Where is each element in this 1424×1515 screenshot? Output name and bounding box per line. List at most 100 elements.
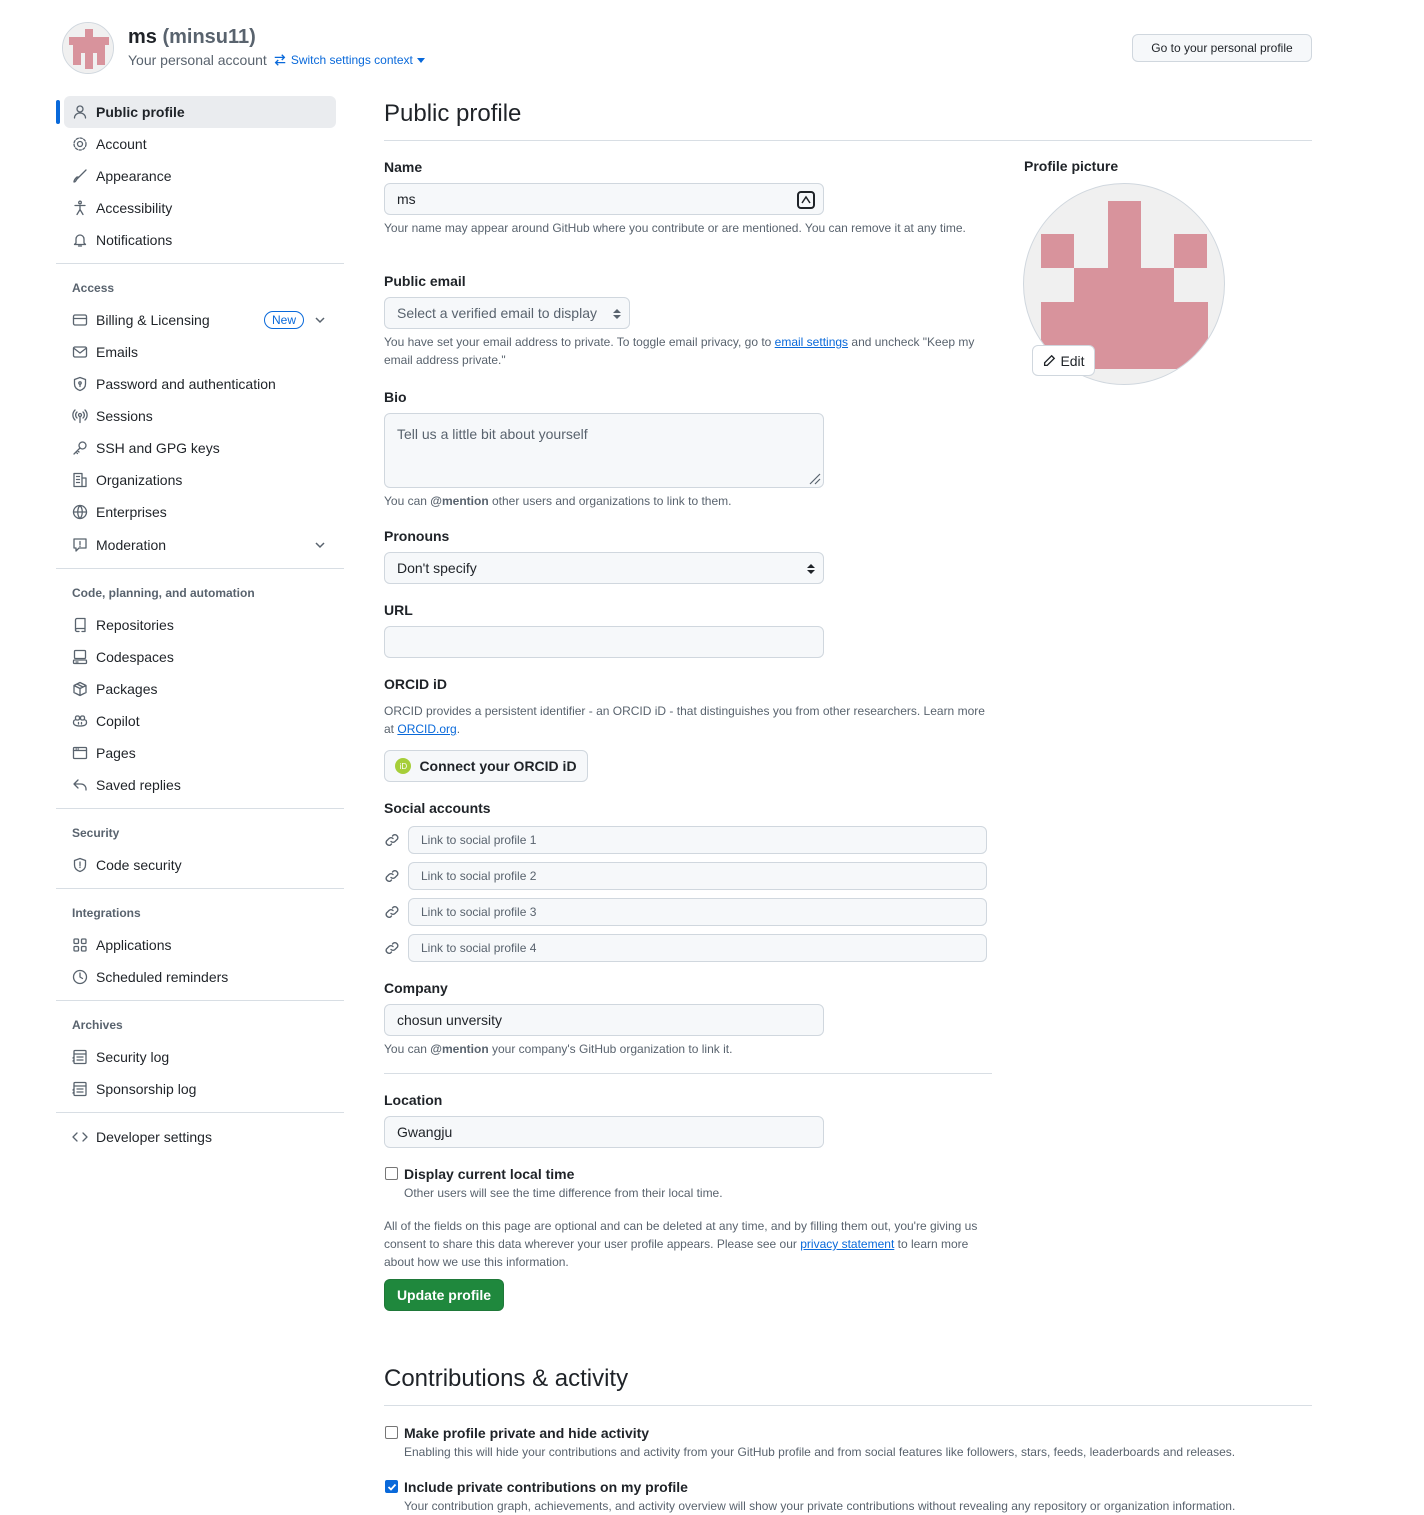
edit-label: Edit xyxy=(1060,352,1085,369)
log-icon xyxy=(72,1049,88,1065)
update-profile-button[interactable]: Update profile xyxy=(384,1279,504,1311)
name-input[interactable]: ms xyxy=(384,183,824,215)
local-time-checkbox[interactable] xyxy=(385,1167,398,1180)
chevron-down-icon[interactable] xyxy=(312,312,328,328)
link-icon xyxy=(384,868,400,884)
title-divider xyxy=(384,140,1312,141)
sidebar-divider xyxy=(56,568,344,569)
apps-icon xyxy=(72,937,88,953)
gear-icon xyxy=(72,136,88,152)
username: (minsu11) xyxy=(162,26,256,48)
sidebar-item-security-log[interactable]: Security log xyxy=(64,1041,336,1073)
sidebar-item-applications[interactable]: Applications xyxy=(64,929,336,961)
sidebar-section-heading: Integrations xyxy=(72,906,141,920)
social-profile-placeholder: Link to social profile 3 xyxy=(421,905,537,919)
sidebar-item-sessions[interactable]: Sessions xyxy=(64,400,336,432)
sidebar-item-sponsorship-log[interactable]: Sponsorship log xyxy=(64,1073,336,1105)
link-icon xyxy=(384,940,400,956)
email-settings-link[interactable]: email settings xyxy=(775,335,848,349)
sidebar-item-label: Developer settings xyxy=(96,1129,212,1145)
sidebar-item-public-profile[interactable]: Public profile xyxy=(64,96,336,128)
orcid-note: ORCID provides a persistent identifier -… xyxy=(384,702,996,738)
repo-icon xyxy=(72,617,88,633)
company-input[interactable]: chosun unversity xyxy=(384,1004,824,1036)
sidebar-item-saved-replies[interactable]: Saved replies xyxy=(64,769,336,801)
pronouns-select[interactable]: Don't specify xyxy=(384,552,824,584)
bio-textarea[interactable]: Tell us a little bit about yourself xyxy=(384,413,824,488)
sidebar-item-appearance[interactable]: Appearance xyxy=(64,160,336,192)
sidebar-item-developer-settings[interactable]: Developer settings xyxy=(64,1121,336,1153)
location-input[interactable]: Gwangju xyxy=(384,1116,824,1148)
sidebar-item-codespaces[interactable]: Codespaces xyxy=(64,641,336,673)
paintbrush-icon xyxy=(72,168,88,184)
company-note-mention: @mention xyxy=(430,1042,489,1056)
select-arrows-icon xyxy=(807,564,815,574)
include-private-label: Include private contributions on my prof… xyxy=(404,1479,688,1495)
sidebar-item-pages[interactable]: Pages xyxy=(64,737,336,769)
public-email-placeholder: Select a verified email to display xyxy=(397,305,597,321)
sidebar-item-label: Emails xyxy=(96,344,139,360)
sidebar-item-scheduled-reminders[interactable]: Scheduled reminders xyxy=(64,961,336,993)
sidebar-item-notifications[interactable]: Notifications xyxy=(64,224,336,256)
social-profile-placeholder: Link to social profile 2 xyxy=(421,869,537,883)
sidebar-item-label: Codespaces xyxy=(96,649,174,665)
social-profile-input[interactable]: Link to social profile 2 xyxy=(408,862,987,890)
name-note: Your name may appear around GitHub where… xyxy=(384,221,966,235)
sidebar-item-label: Sessions xyxy=(96,408,153,424)
sidebar-item-accessibility[interactable]: Accessibility xyxy=(64,192,336,224)
private-profile-checkbox[interactable] xyxy=(385,1426,398,1439)
sidebar-item-label: Accessibility xyxy=(96,200,173,216)
sidebar-item-moderation[interactable]: Moderation xyxy=(64,529,336,561)
package-icon xyxy=(72,681,88,697)
shield-icon xyxy=(72,857,88,873)
connect-orcid-button[interactable]: iD Connect your ORCID iD xyxy=(384,750,588,782)
credit-card-icon xyxy=(72,312,88,328)
local-time-note: Other users will see the time difference… xyxy=(404,1186,723,1200)
private-profile-label: Make profile private and hide activity xyxy=(404,1425,650,1441)
header-avatar[interactable] xyxy=(62,22,114,74)
account-name: ms (minsu11) xyxy=(128,26,256,49)
orcid-link[interactable]: ORCID.org xyxy=(397,722,456,736)
social-profile-input[interactable]: Link to social profile 1 xyxy=(408,826,987,854)
go-to-profile-button[interactable]: Go to your personal profile xyxy=(1132,34,1312,62)
sidebar-item-code-security[interactable]: Code security xyxy=(64,849,336,881)
include-private-note: Your contribution graph, achievements, a… xyxy=(404,1499,1236,1513)
privacy-statement-link[interactable]: privacy statement xyxy=(800,1237,894,1251)
sidebar-item-password-and-authentication[interactable]: Password and authentication xyxy=(64,368,336,400)
organization-icon xyxy=(72,472,88,488)
sidebar-item-enterprises[interactable]: Enterprises xyxy=(64,496,336,528)
sidebar-item-emails[interactable]: Emails xyxy=(64,336,336,368)
include-private-checkbox[interactable] xyxy=(385,1480,398,1493)
location-label: Location xyxy=(384,1092,443,1108)
autofill-icon[interactable] xyxy=(797,191,815,209)
sidebar-item-label: SSH and GPG keys xyxy=(96,440,220,456)
social-profile-placeholder: Link to social profile 1 xyxy=(421,833,537,847)
company-note: You can @mention your company's GitHub o… xyxy=(384,1040,984,1058)
sidebar-item-label: Applications xyxy=(96,937,172,953)
sidebar-divider xyxy=(56,263,344,264)
sidebar-item-copilot[interactable]: Copilot xyxy=(64,705,336,737)
public-email-select[interactable]: Select a verified email to display xyxy=(384,297,630,329)
sidebar-item-account[interactable]: Account xyxy=(64,128,336,160)
url-input[interactable] xyxy=(384,626,824,658)
sidebar-item-label: Security log xyxy=(96,1049,170,1065)
sidebar-item-ssh-and-gpg-keys[interactable]: SSH and GPG keys xyxy=(64,432,336,464)
name-value: ms xyxy=(397,191,416,207)
social-profile-input[interactable]: Link to social profile 4 xyxy=(408,934,987,962)
sidebar-item-repositories[interactable]: Repositories xyxy=(64,609,336,641)
chevron-down-icon[interactable] xyxy=(312,537,328,553)
social-profile-input[interactable]: Link to social profile 3 xyxy=(408,898,987,926)
sidebar-item-organizations[interactable]: Organizations xyxy=(64,464,336,496)
edit-picture-button[interactable]: Edit xyxy=(1032,345,1095,376)
sidebar-item-billing-licensing[interactable]: Billing & Licensing New xyxy=(64,304,336,336)
sidebar-divider xyxy=(56,1112,344,1113)
social-profile-placeholder: Link to social profile 4 xyxy=(421,941,537,955)
sidebar-divider xyxy=(56,1000,344,1001)
bio-note: You can @mention other users and organiz… xyxy=(384,492,984,510)
bell-icon xyxy=(72,232,88,248)
resize-handle-icon[interactable] xyxy=(807,471,821,485)
name-label: Name xyxy=(384,159,423,175)
switch-context-link[interactable]: Switch settings context xyxy=(273,53,425,67)
sidebar-item-packages[interactable]: Packages xyxy=(64,673,336,705)
browser-icon xyxy=(72,745,88,761)
